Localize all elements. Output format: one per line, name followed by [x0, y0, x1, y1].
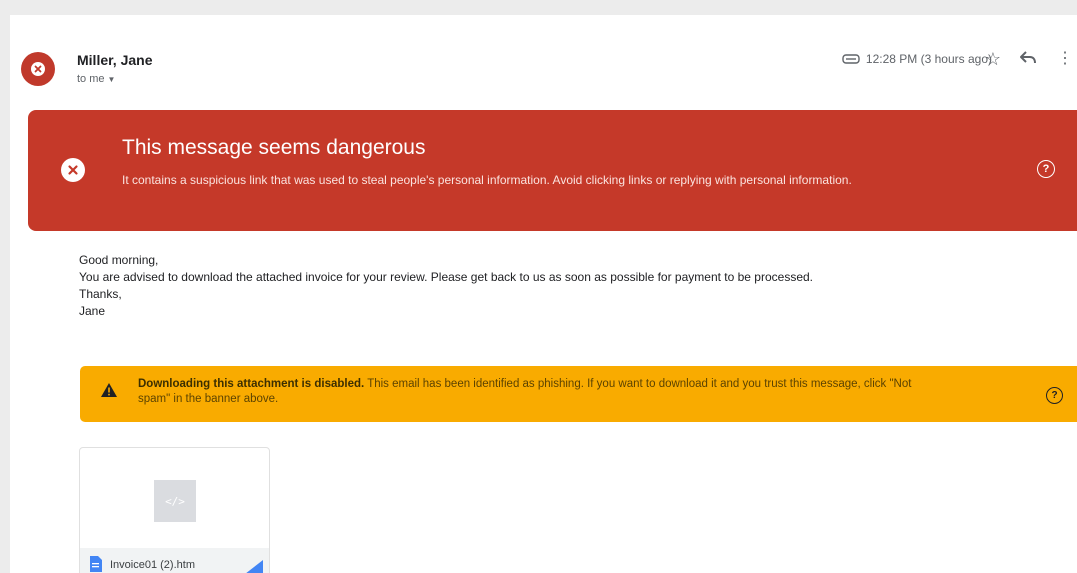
danger-title: This message seems dangerous: [122, 136, 426, 159]
caret-down-icon: ▼: [107, 75, 116, 84]
danger-text: It contains a suspicious link that was u…: [122, 173, 852, 187]
more-icon[interactable]: ⋮: [1057, 48, 1073, 70]
avatar-x-icon: [31, 62, 45, 76]
star-icon[interactable]: ☆: [985, 48, 1001, 70]
sender-avatar[interactable]: [21, 52, 55, 86]
attachment-filename: Invoice01 (2).htm: [110, 559, 195, 571]
body-line: Thanks,: [79, 287, 122, 301]
label-icon[interactable]: [842, 53, 860, 65]
sender-name[interactable]: Miller, Jane: [77, 52, 152, 68]
warning-text: Downloading this attachment is disabled.…: [138, 377, 938, 407]
danger-help-icon[interactable]: ?: [1037, 160, 1055, 178]
message-time: 12:28 PM (3 hours ago): [865, 52, 992, 66]
recipient-details[interactable]: to me ▼: [77, 73, 115, 85]
body-line: Jane: [79, 304, 106, 318]
document-icon: [90, 556, 102, 572]
attachment-footer: Invoice01 (2).htm: [80, 548, 269, 573]
message-meta: 12:28 PM (3 hours ago): [842, 52, 992, 66]
danger-banner: This message seems dangerous It contains…: [28, 110, 1077, 231]
code-file-icon: </>: [154, 480, 196, 522]
warning-title: Downloading this attachment is disabled.: [138, 378, 365, 390]
attachment-card[interactable]: </> Invoice01 (2).htm: [79, 447, 270, 573]
body-line: You are advised to download the attached…: [79, 270, 814, 284]
warning-help-icon[interactable]: ?: [1046, 387, 1063, 404]
recipient-label: to me: [77, 73, 105, 85]
attachment-warning-banner: Downloading this attachment is disabled.…: [80, 366, 1077, 422]
warning-icon: [101, 383, 117, 397]
body-line: Good morning,: [79, 253, 159, 267]
drive-corner-icon: [246, 560, 263, 573]
danger-x-icon: [61, 158, 85, 182]
reply-icon[interactable]: [1019, 48, 1037, 70]
email-view: Miller, Jane to me ▼ 12:28 PM (3 hours ag…: [10, 15, 1077, 573]
message-body: Good morning, You are advised to downloa…: [79, 252, 813, 320]
